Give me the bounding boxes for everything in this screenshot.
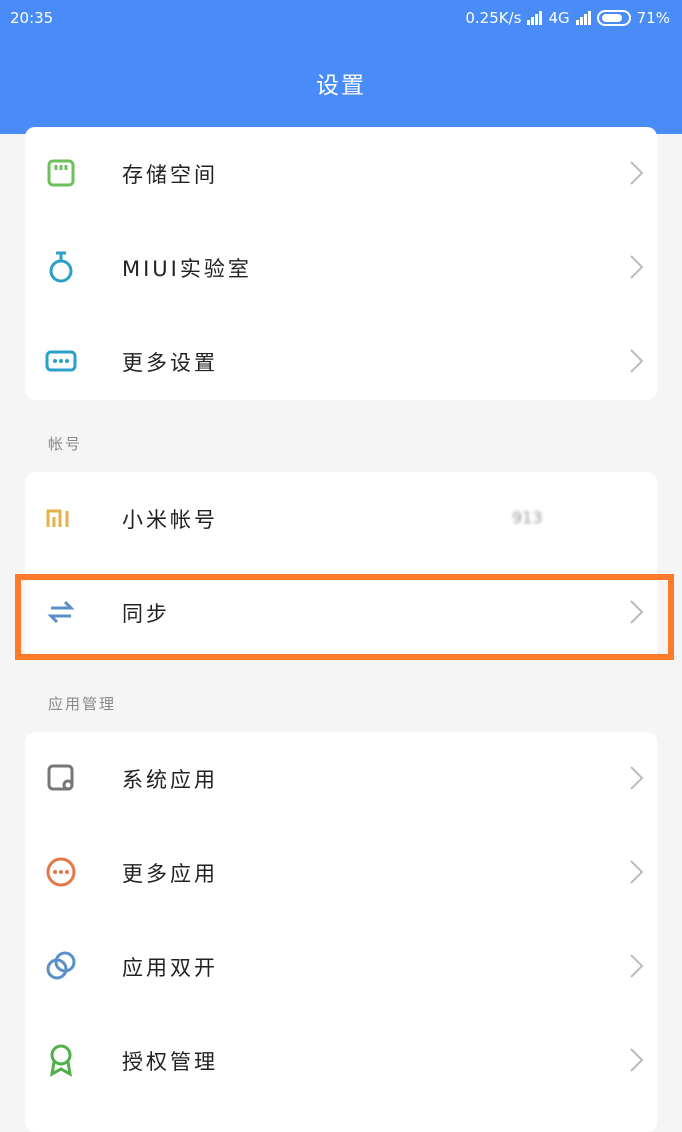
settings-item-label: 授权管理 <box>122 1050 218 1074</box>
storage-icon <box>45 157 77 189</box>
signal-hd-icon <box>527 11 543 25</box>
permission-icon <box>45 1044 77 1077</box>
system-apps-icon <box>45 762 77 794</box>
mi-logo-icon <box>45 502 77 534</box>
page-title: 设置 <box>316 73 366 99</box>
settings-item-permissions[interactable]: 授权管理 <box>25 1014 657 1108</box>
settings-item-label: 小米帐号 <box>122 508 218 532</box>
settings-item-label: 存储空间 <box>122 163 218 187</box>
chevron-right-icon <box>630 766 644 790</box>
settings-item-label: 应用双开 <box>122 956 218 980</box>
header-bar: 20:35 0.25K/s 4G 71% 设置 <box>0 0 682 134</box>
status-bar: 20:35 0.25K/s 4G 71% <box>0 0 682 36</box>
chevron-right-icon <box>630 255 644 279</box>
chevron-right-icon <box>630 954 644 978</box>
chevron-right-icon <box>630 161 644 185</box>
chevron-right-icon <box>630 349 644 373</box>
settings-item-miui-lab[interactable]: MIUI实验室 <box>25 221 657 315</box>
network-speed: 0.25K/s <box>465 9 522 27</box>
highlight-box <box>15 574 674 660</box>
flask-icon <box>45 251 77 283</box>
section-header-app-management: 应用管理 <box>48 695 117 713</box>
battery-level: 71% <box>636 9 670 27</box>
settings-item-label: MIUI实验室 <box>122 257 252 281</box>
network-type: 4G <box>548 9 570 27</box>
settings-item-label: 系统应用 <box>122 768 218 792</box>
battery-icon <box>596 10 631 26</box>
more-apps-icon <box>45 856 77 888</box>
settings-item-storage[interactable]: 存储空间 <box>25 127 657 221</box>
settings-item-more-settings[interactable]: 更多设置 <box>25 315 657 409</box>
chevron-right-icon <box>630 1048 644 1072</box>
apps-group-card: 系统应用 更多应用 应用双开 授权管理 <box>25 732 657 1132</box>
more-settings-icon <box>45 345 77 377</box>
account-id-value: 913 <box>512 508 543 527</box>
chevron-right-icon <box>630 860 644 884</box>
status-right: 0.25K/s 4G 71% <box>465 9 670 27</box>
settings-item-system-apps[interactable]: 系统应用 <box>25 732 657 826</box>
settings-group-card: 存储空间 MIUI实验室 更多设置 <box>25 127 657 400</box>
settings-item-label: 更多应用 <box>122 862 218 886</box>
settings-item-dual-apps[interactable]: 应用双开 <box>25 920 657 1014</box>
section-header-account: 帐号 <box>48 435 83 453</box>
settings-item-mi-account[interactable]: 小米帐号 913 <box>25 472 657 566</box>
status-time: 20:35 <box>10 9 54 27</box>
dual-apps-icon <box>45 950 77 982</box>
settings-item-label: 更多设置 <box>122 351 218 375</box>
settings-item-more-apps[interactable]: 更多应用 <box>25 826 657 920</box>
signal-4g-icon <box>575 11 591 25</box>
